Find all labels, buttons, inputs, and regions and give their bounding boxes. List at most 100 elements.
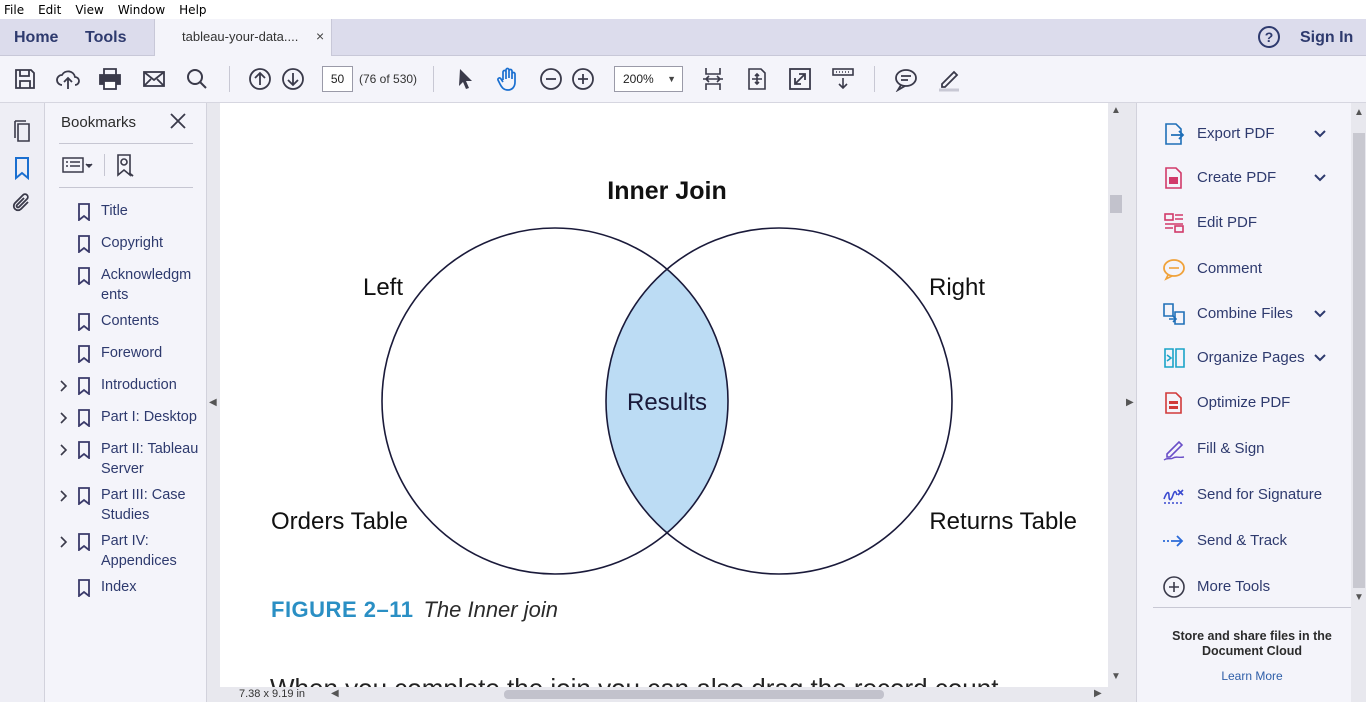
tool-more-tools[interactable]: More Tools [1137,572,1351,602]
horizontal-scroll-thumb[interactable] [504,690,884,699]
close-icon[interactable] [169,112,187,130]
zoom-level-value: 200% [623,72,654,86]
collapse-left-panel-icon[interactable]: ◀ [209,397,217,408]
bookmarks-icon[interactable] [10,156,34,181]
tool-label: Send & Track [1197,532,1288,549]
tab-tools[interactable]: Tools [85,19,126,56]
rotate-fit-icon[interactable] [744,66,770,92]
diagram-title: Inner Join [607,177,726,205]
bookmark-options-icon[interactable] [62,154,94,176]
select-cursor-icon[interactable] [452,66,478,92]
tool-organize-pages[interactable]: Organize Pages [1137,343,1351,373]
chevron-down-icon[interactable] [1313,171,1327,185]
chevron-right-icon[interactable] [58,443,68,456]
chevron-down-icon[interactable] [1313,127,1327,141]
tools-pane-scroll-thumb[interactable] [1353,133,1365,588]
scroll-down-icon[interactable]: ▼ [1111,671,1121,682]
bookmark-flag-icon [78,409,90,428]
bookmark-flag-icon [78,267,90,286]
bookmarks-panel: Bookmarks Title Copyright Acknowledgm ents… [45,103,207,702]
tool-create-pdf[interactable]: Create PDF [1137,163,1351,193]
next-page-icon[interactable] [280,66,306,92]
page-number-input[interactable]: 50 [322,66,353,92]
zoom-level-select[interactable]: 200% ▼ [614,66,683,92]
figure-number: FIGURE 2–11 [271,597,414,622]
divider [104,154,105,176]
menu-file[interactable]: File [4,3,24,17]
learn-more-link[interactable]: Learn More [1157,669,1347,683]
tool-combine-files[interactable]: Combine Files [1137,299,1351,329]
menu-help[interactable]: Help [179,3,206,17]
help-icon[interactable]: ? [1258,26,1280,48]
right-label: Right [929,274,985,301]
horizontal-scrollbar[interactable]: 7.38 x 9.19 in ◀ ▶ [220,687,1108,702]
scroll-up-icon[interactable]: ▲ [1354,107,1364,118]
fill-sign-icon [1161,436,1187,462]
bookmark-flag-icon [78,203,90,222]
chevron-down-icon[interactable] [1313,351,1327,365]
bookmark-flag-icon [78,313,90,332]
tool-optimize-pdf[interactable]: Optimize PDF [1137,388,1351,418]
vertical-scroll-thumb[interactable] [1110,195,1122,213]
chevron-right-icon[interactable] [58,411,68,424]
new-bookmark-icon[interactable] [113,153,137,177]
zoom-out-icon[interactable] [538,66,564,92]
tool-send-track[interactable]: Send & Track [1137,526,1351,556]
page-thumbnails-icon[interactable] [10,119,34,143]
tools-pane-scrollbar[interactable]: ▲ ▼ [1351,103,1366,702]
chevron-down-icon[interactable] [1313,307,1327,321]
tool-label: Export PDF [1197,125,1275,142]
results-label: Results [627,389,707,416]
tool-label: Organize Pages [1197,349,1305,366]
bookmarks-title: Bookmarks [61,114,137,131]
tab-document[interactable]: tableau-your-data.... × [154,19,332,56]
print-icon[interactable] [97,66,123,92]
comment-icon [1161,256,1187,282]
tab-home[interactable]: Home [14,19,58,56]
zoom-in-icon[interactable] [570,66,596,92]
chevron-right-icon[interactable] [58,379,68,392]
menu-window[interactable]: Window [118,3,165,17]
expand-right-panel-icon[interactable]: ▶ [1126,397,1134,408]
tool-label: Send for Signature [1197,486,1323,503]
menu-edit[interactable]: Edit [38,3,61,17]
bookmark-flag-icon [78,377,90,396]
full-screen-icon[interactable] [787,66,813,92]
bookmark-label: Part II: Tableau Server [101,441,199,477]
fit-page-icon[interactable] [700,66,726,92]
document-viewport[interactable]: Inner Join Left Right Results Orders Tab… [207,103,1136,702]
menu-view[interactable]: View [75,3,103,17]
highlight-pen-icon[interactable] [936,66,962,92]
chevron-right-icon[interactable] [58,535,68,548]
figure-title: The Inner join [423,597,558,622]
sign-in-button[interactable]: Sign In [1300,19,1353,56]
upload-cloud-icon[interactable] [55,66,81,92]
bookmark-label: Copyright [101,235,164,251]
comment-icon[interactable] [893,66,919,93]
bookmark-label: Index [101,579,137,595]
menu-bar: File Edit View Window Help [0,0,1366,19]
save-icon[interactable] [12,66,38,92]
tool-comment[interactable]: Comment [1137,254,1351,284]
email-icon[interactable] [141,66,167,92]
previous-page-icon[interactable] [247,66,273,92]
close-tab-icon[interactable]: × [316,28,324,44]
scroll-down-icon[interactable]: ▼ [1354,592,1364,603]
attachments-icon[interactable] [10,192,34,216]
bookmark-label: Contents [101,313,160,329]
vertical-scrollbar[interactable]: ▲ ▼ [1108,103,1124,687]
scroll-left-icon[interactable]: ◀ [331,688,339,699]
bookmark-label: Introduction [101,377,177,393]
tool-export-pdf[interactable]: Export PDF [1137,119,1351,149]
search-icon[interactable] [184,66,210,92]
tool-send-for-signature[interactable]: Send for Signature [1137,480,1351,510]
scroll-up-icon[interactable]: ▲ [1111,105,1121,116]
tool-edit-pdf[interactable]: Edit PDF [1137,208,1351,238]
chevron-right-icon[interactable] [58,489,68,502]
hand-tool-icon[interactable] [495,66,521,92]
pdf-page: Inner Join Left Right Results Orders Tab… [220,103,1108,687]
tool-fill-sign[interactable]: Fill & Sign [1137,434,1351,464]
scroll-mode-icon[interactable] [830,66,856,92]
scroll-right-icon[interactable]: ▶ [1094,688,1102,699]
tools-pane: Export PDF Create PDF Edit PDF Comment Combi… [1136,103,1366,702]
